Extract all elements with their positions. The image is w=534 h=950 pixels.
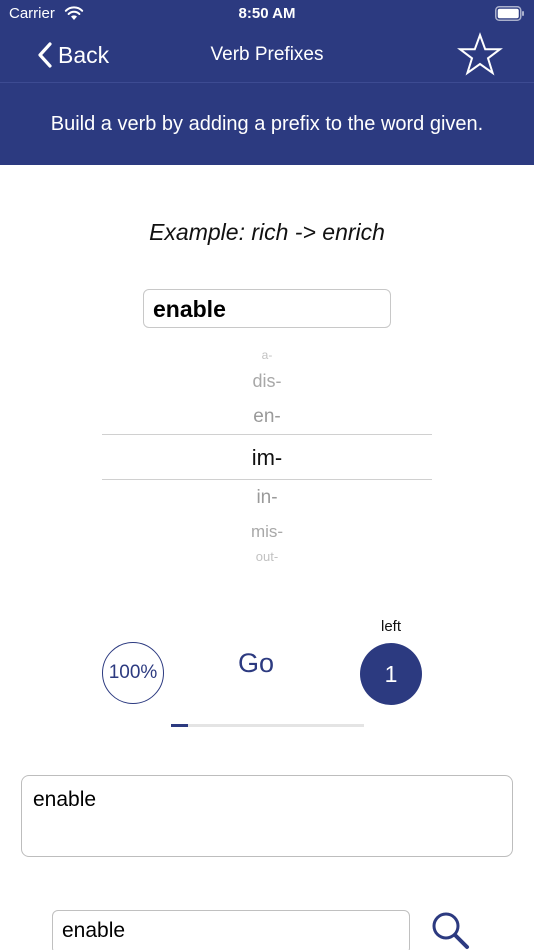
picker-item[interactable]: out- — [102, 549, 432, 569]
star-icon[interactable] — [457, 32, 503, 78]
picker-item[interactable]: mis- — [102, 522, 432, 542]
nav-divider — [0, 82, 534, 83]
go-button[interactable]: Go — [226, 648, 286, 679]
given-word-field: enable — [143, 289, 391, 328]
status-time: 8:50 AM — [238, 5, 296, 22]
answer-field[interactable]: enable — [21, 775, 513, 857]
remaining-label: left — [380, 618, 401, 635]
search-icon[interactable] — [430, 910, 470, 950]
battery-icon — [495, 6, 524, 21]
picker-selection-top-line — [102, 434, 432, 435]
navigation-bar: Back Verb Prefixes — [0, 28, 534, 82]
score-percent: 100% — [102, 642, 164, 704]
remaining-count: 1 — [360, 643, 422, 705]
picker-selection-bottom-line — [102, 479, 432, 480]
progress-bar — [171, 724, 364, 727]
search-input[interactable]: enable — [52, 910, 410, 950]
picker-item[interactable]: in- — [102, 487, 432, 509]
picker-item[interactable]: a- — [102, 348, 432, 362]
status-bar: Carrier 8:50 AM — [0, 0, 534, 28]
picker-item[interactable]: dis- — [102, 371, 432, 392]
page-title: Verb Prefixes — [210, 44, 324, 65]
instruction-text: Build a verb by adding a prefix to the w… — [50, 113, 484, 135]
picker-item[interactable]: en- — [102, 406, 432, 428]
progress-fill — [171, 724, 189, 727]
prefix-picker[interactable]: a- dis- en- im- in- mis- out- — [102, 340, 432, 572]
example-text: Example: rich -> enrich — [149, 219, 385, 245]
picker-item-selected[interactable]: im- — [102, 445, 432, 471]
screen: Carrier 8:50 AM Back Verb Prefixes Build… — [0, 0, 534, 950]
